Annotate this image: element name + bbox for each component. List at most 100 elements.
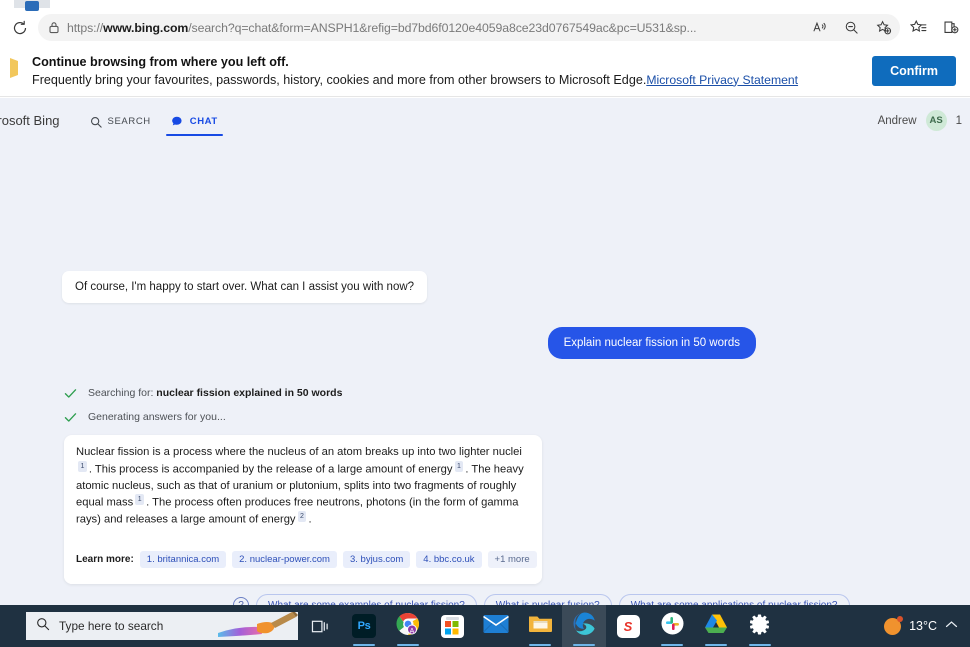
mail-icon xyxy=(483,614,509,639)
privacy-statement-link[interactable]: Microsoft Privacy Statement xyxy=(646,73,798,87)
status-searching-text: Searching for: nuclear fission explained… xyxy=(88,387,342,399)
tab-chat[interactable]: CHAT xyxy=(163,105,226,136)
taskbar-app-chrome[interactable]: A xyxy=(386,605,430,647)
system-tray: 13°C xyxy=(884,615,970,635)
bing-header: icrosoft Bing SEARCH CHAT And xyxy=(0,98,970,143)
status-searching: Searching for: nuclear fission explained… xyxy=(2,381,968,405)
taskbar-app-google-drive[interactable] xyxy=(694,605,738,647)
taskbar-app-file-explorer[interactable] xyxy=(518,605,562,647)
taskbar-app-settings[interactable] xyxy=(738,605,782,647)
bot-message-bubble: Of course, I'm happy to start over. What… xyxy=(62,271,428,303)
suggestion-chip-2[interactable]: What is nuclear fusion? xyxy=(483,593,612,605)
taskbar-app-slack[interactable] xyxy=(650,605,694,647)
taskbar-search-placeholder: Type here to search xyxy=(59,619,164,633)
add-favorite-icon[interactable] xyxy=(871,15,896,40)
status-generating: Generating answers for you... xyxy=(2,405,968,429)
header-counter: 1 xyxy=(955,114,962,127)
status-searching-query: nuclear fission explained in 50 words xyxy=(156,387,343,399)
running-indicator xyxy=(353,643,375,646)
suggestion-chip-3[interactable]: What are some applications of nuclear fi… xyxy=(618,593,850,605)
suggestion-chip-1[interactable]: What are some examples of nuclear fissio… xyxy=(256,593,477,605)
chat-icon xyxy=(171,115,184,128)
taskbar-app-photoshop[interactable]: Ps xyxy=(342,605,386,647)
tab-chat-label: CHAT xyxy=(189,116,218,127)
windows-taskbar: Type here to search Ps A S 13°C xyxy=(0,605,970,647)
microsoft-edge-icon xyxy=(572,611,597,641)
browser-toolbar: https://www.bing.com/search?q=chat&form=… xyxy=(0,10,970,45)
bing-nav-tabs: SEARCH CHAT xyxy=(82,105,226,136)
favorites-icon[interactable] xyxy=(904,14,932,42)
banner-subtitle-text: Frequently bring your favourites, passwo… xyxy=(32,72,647,87)
learn-more-row: Learn more: 1. britannica.com 2. nuclear… xyxy=(64,536,542,584)
banner-text-group: Continue browsing from where you left of… xyxy=(32,53,860,89)
avatar[interactable]: AS xyxy=(925,110,947,131)
task-view-icon[interactable] xyxy=(298,605,342,647)
taskbar-search-box[interactable]: Type here to search xyxy=(26,612,298,640)
tab-search-label: SEARCH xyxy=(107,116,151,127)
url-text[interactable]: https://www.bing.com/search?q=chat&form=… xyxy=(67,21,800,35)
bot-message-row: Of course, I'm happy to start over. What… xyxy=(2,271,968,303)
search-icon xyxy=(90,116,102,128)
chat-conversation: Of course, I'm happy to start over. What… xyxy=(0,143,970,605)
taskbar-app-microsoft-store[interactable] xyxy=(430,605,474,647)
zoom-out-icon[interactable] xyxy=(839,15,864,40)
browser-tab[interactable] xyxy=(14,0,50,11)
shield-icon xyxy=(8,55,26,86)
tab-search[interactable]: SEARCH xyxy=(82,106,159,136)
citation-badge[interactable]: 1 xyxy=(135,494,145,506)
refresh-icon[interactable] xyxy=(6,14,34,42)
user-message-row: Explain nuclear fission in 50 words xyxy=(2,327,968,359)
running-indicator xyxy=(749,643,771,646)
svg-text:A: A xyxy=(410,628,415,635)
msg-spacer-1 xyxy=(2,303,968,327)
photoshop-icon: Ps xyxy=(352,614,376,638)
browser-tabstrip xyxy=(0,0,970,11)
question-mark-icon: ? xyxy=(233,597,249,605)
source-chip-2[interactable]: 2. nuclear-power.com xyxy=(232,550,337,568)
user-message-bubble: Explain nuclear fission in 50 words xyxy=(547,327,756,359)
taskbar-app-mail[interactable] xyxy=(474,605,518,647)
gear-icon xyxy=(749,613,771,640)
start-button[interactable] xyxy=(4,605,22,647)
source-chip-3[interactable]: 3. byjus.com xyxy=(342,550,411,568)
taskbar-app-microsoft-edge[interactable] xyxy=(562,605,606,647)
banner-subtitle: Frequently bring your favourites, passwo… xyxy=(32,71,860,89)
taskbar-app-snagit[interactable]: S xyxy=(606,605,650,647)
answer-card: Nuclear fission is a process where the n… xyxy=(64,435,542,584)
status-searching-prefix: Searching for: xyxy=(88,387,157,399)
answer-part: Nuclear fission is a process where the n… xyxy=(76,446,522,458)
chevron-up-icon[interactable] xyxy=(945,620,958,632)
temperature-label[interactable]: 13°C xyxy=(909,619,937,633)
answer-part: . xyxy=(308,514,312,527)
search-icon xyxy=(36,617,50,636)
check-icon xyxy=(64,388,77,399)
citation-badge[interactable]: 2 xyxy=(297,511,307,523)
user-name[interactable]: Andrew xyxy=(878,115,917,127)
running-indicator xyxy=(529,643,551,646)
file-explorer-icon xyxy=(528,613,553,639)
sun-icon xyxy=(884,615,904,635)
source-chip-4[interactable]: 4. bbc.co.uk xyxy=(416,550,482,568)
citation-badge[interactable]: 1 xyxy=(454,460,464,472)
citation-badge[interactable]: 1 xyxy=(78,460,87,472)
answer-text: Nuclear fission is a process where the n… xyxy=(64,435,542,537)
address-bar[interactable]: https://www.bing.com/search?q=chat&form=… xyxy=(38,14,900,41)
confirm-button[interactable]: Confirm xyxy=(872,55,956,86)
chrome-icon: A xyxy=(396,612,420,641)
slack-icon xyxy=(661,612,684,640)
source-chip-more[interactable]: +1 more xyxy=(487,550,537,568)
source-chip-1[interactable]: 1. britannica.com xyxy=(139,550,227,568)
status-generating-text: Generating answers for you... xyxy=(88,411,226,423)
collections-icon[interactable] xyxy=(936,14,964,42)
bing-page: icrosoft Bing SEARCH CHAT And xyxy=(0,98,970,605)
suggestions-row: ? What are some examples of nuclear fiss… xyxy=(2,584,968,605)
learn-more-label: Learn more: xyxy=(76,553,134,565)
chat-top-spacer xyxy=(2,143,968,271)
running-indicator xyxy=(661,643,683,646)
import-browser-data-banner: Continue browsing from where you left of… xyxy=(0,45,970,97)
banner-title: Continue browsing from where you left of… xyxy=(32,54,289,69)
bing-logo[interactable]: icrosoft Bing xyxy=(0,113,82,128)
read-aloud-icon[interactable] xyxy=(807,15,832,40)
answer-part: . This process is accompanied by the rel… xyxy=(88,463,453,476)
snagit-icon: S xyxy=(616,614,640,638)
